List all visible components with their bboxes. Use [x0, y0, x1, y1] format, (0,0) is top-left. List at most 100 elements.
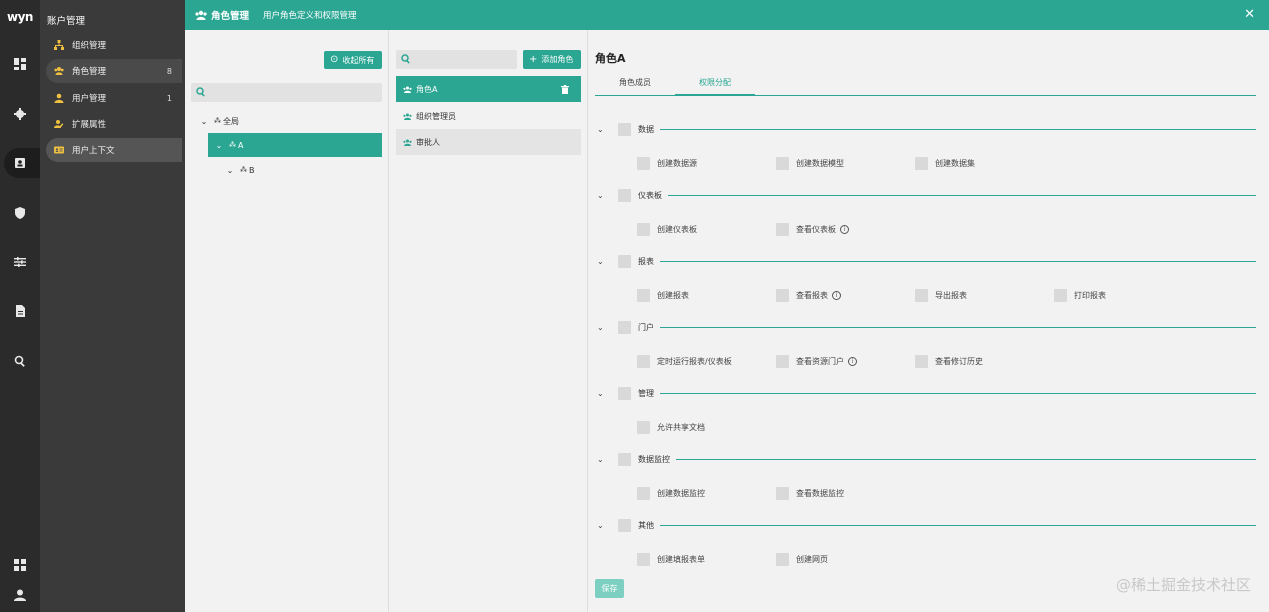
perm-checkbox[interactable] [1054, 288, 1067, 302]
collapse-all-button[interactable]: ⊙ 收起所有 [324, 51, 382, 69]
chevron-down-icon[interactable]: ⌄ [214, 141, 224, 150]
section-checkbox[interactable] [618, 122, 631, 136]
tree-node-global[interactable]: ⌄ ⁂ 全局 [199, 109, 382, 133]
perm-item[interactable]: 创建报表 [637, 288, 689, 302]
tab-role-members[interactable]: 角色成员 [595, 74, 675, 96]
role-item-approver[interactable]: 审批人 [396, 129, 581, 155]
perm-label: 允许共享文档 [657, 422, 705, 432]
perm-item[interactable]: 创建数据集 [915, 156, 975, 170]
tab-permissions[interactable]: 权限分配 [675, 74, 755, 96]
group-icon [403, 139, 413, 146]
perm-checkbox[interactable] [637, 486, 650, 500]
chevron-down-icon[interactable]: ⌄ [225, 166, 235, 175]
nav-item-ext-attrs[interactable]: 扩展属性 [46, 112, 182, 136]
perm-checkbox[interactable] [637, 552, 650, 566]
perm-label: 查看数据监控 [796, 488, 844, 498]
dashboard-icon[interactable] [0, 49, 40, 79]
section-checkbox[interactable] [618, 518, 631, 532]
perm-item[interactable]: 导出报表 [915, 288, 967, 302]
close-icon[interactable]: ✕ [1244, 8, 1255, 21]
perm-item[interactable]: 查看资源门户 i [776, 354, 857, 368]
perm-checkbox[interactable] [637, 288, 650, 302]
nav-item-label: 用户上下文 [72, 146, 115, 156]
perm-item[interactable]: 创建数据模型 [776, 156, 844, 170]
grid-icon[interactable] [0, 550, 40, 580]
section-checkbox[interactable] [618, 452, 631, 466]
perm-item[interactable]: 定时运行报表/仪表板 [637, 354, 732, 368]
nav-item-org[interactable]: 组织管理 [46, 33, 182, 57]
perm-checkbox[interactable] [776, 156, 789, 170]
nav-title: 账户管理 [47, 16, 86, 27]
perm-checkbox[interactable] [637, 222, 650, 236]
tree-node-a[interactable]: ⌄ ⁂ A [208, 133, 382, 157]
perm-checkbox[interactable] [637, 420, 650, 434]
info-icon[interactable]: i [848, 356, 857, 366]
role-label: 角色A [416, 84, 438, 94]
chevron-down-icon[interactable]: ⌄ [199, 117, 209, 126]
add-role-button[interactable]: + 添加角色 [523, 50, 581, 69]
chevron-down-icon[interactable]: ⌄ [597, 389, 609, 398]
plus-icon: + [529, 53, 538, 65]
search-icon[interactable] [0, 346, 40, 376]
org-node-icon: ⁂ [229, 141, 236, 149]
nav-item-user-context[interactable]: 用户上下文 [46, 138, 182, 162]
section-checkbox[interactable] [618, 386, 631, 400]
section-checkbox[interactable] [618, 320, 631, 334]
chevron-down-icon[interactable]: ⌄ [597, 191, 609, 200]
perm-checkbox[interactable] [776, 288, 789, 302]
nav-item-users[interactable]: 用户管理 1 [46, 86, 182, 110]
perm-label: 创建仪表板 [657, 224, 697, 234]
sliders-icon[interactable] [0, 247, 40, 277]
role-item-org-admin[interactable]: 组织管理员 [396, 103, 581, 129]
shield-icon[interactable] [0, 198, 40, 228]
chevron-down-icon[interactable]: ⌄ [597, 455, 609, 464]
org-search-input[interactable] [191, 83, 382, 102]
gear-icon[interactable] [0, 99, 40, 129]
perm-item[interactable]: 打印报表 [1054, 288, 1106, 302]
perm-label: 创建数据监控 [657, 488, 705, 498]
perm-label: 导出报表 [935, 290, 967, 300]
nav-item-roles[interactable]: 角色管理 8 [46, 59, 182, 83]
perm-item[interactable]: 创建填报表单 [637, 552, 705, 566]
perm-checkbox[interactable] [637, 156, 650, 170]
perm-item[interactable]: 创建网页 [776, 552, 828, 566]
chevron-down-icon[interactable]: ⌄ [597, 521, 609, 530]
perm-item[interactable]: 创建数据源 [637, 156, 697, 170]
perm-checkbox[interactable] [776, 222, 789, 236]
perm-item[interactable]: 查看仪表板 i [776, 222, 849, 236]
perm-item[interactable]: 创建数据监控 [637, 486, 705, 500]
perm-item[interactable]: 查看报表 i [776, 288, 841, 302]
perm-item[interactable]: 创建仪表板 [637, 222, 697, 236]
page-subtitle: 用户角色定义和权限管理 [263, 11, 357, 21]
section-checkbox[interactable] [618, 188, 631, 202]
role-search-input[interactable] [396, 50, 517, 69]
perm-item[interactable]: 允许共享文档 [637, 420, 705, 434]
role-item-a[interactable]: 角色A [396, 76, 581, 102]
contacts-icon[interactable] [0, 148, 40, 178]
document-icon[interactable] [0, 296, 40, 326]
perm-checkbox[interactable] [915, 354, 928, 368]
tree-node-label: 全局 [223, 116, 239, 126]
person-icon [53, 92, 65, 104]
perm-checkbox[interactable] [776, 354, 789, 368]
group-icon [403, 86, 413, 93]
chevron-down-icon[interactable]: ⌄ [597, 125, 609, 134]
perm-checkbox[interactable] [776, 552, 789, 566]
perm-checkbox[interactable] [915, 288, 928, 302]
perm-item[interactable]: 查看数据监控 [776, 486, 844, 500]
info-icon[interactable]: i [840, 224, 849, 234]
chevron-down-icon[interactable]: ⌄ [597, 257, 609, 266]
user-icon[interactable] [0, 580, 40, 610]
chevron-down-icon[interactable]: ⌄ [597, 323, 609, 332]
perm-item[interactable]: 查看修订历史 [915, 354, 983, 368]
trash-icon[interactable] [561, 84, 569, 94]
info-icon[interactable]: i [832, 290, 841, 300]
perm-checkbox[interactable] [776, 486, 789, 500]
perm-checkbox[interactable] [637, 354, 650, 368]
perm-label: 查看仪表板 [796, 224, 836, 234]
perm-checkbox[interactable] [915, 156, 928, 170]
perm-label: 创建数据源 [657, 158, 697, 168]
section-checkbox[interactable] [618, 254, 631, 268]
save-button[interactable]: 保存 [595, 579, 624, 598]
tree-node-b[interactable]: ⌄ ⁂ B [225, 158, 382, 182]
